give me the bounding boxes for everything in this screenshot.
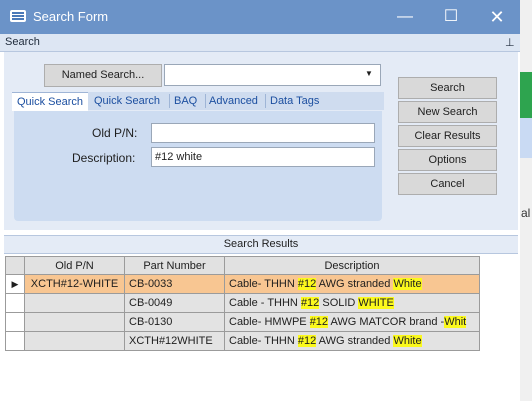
description-text: Cable - THHN	[229, 297, 301, 309]
row-indicator-icon[interactable]	[5, 293, 25, 313]
match-highlight: #12	[297, 278, 317, 290]
tab-separator	[169, 94, 170, 108]
search-pane-title: Search	[5, 36, 40, 48]
tab-separator	[265, 94, 266, 108]
pin-icon[interactable]: ⊥	[505, 36, 515, 49]
tab-quick-search-active[interactable]: Quick Search	[12, 92, 88, 111]
old-pn-field[interactable]	[151, 123, 375, 143]
named-search-select[interactable]	[164, 64, 381, 86]
window-title: Search Form	[33, 9, 109, 24]
old-pn-label: Old P/N:	[92, 126, 138, 140]
results-grid: Old P/N Part Number Description ▶ XCTH#12…	[5, 256, 480, 351]
table-row[interactable]: ▶ XCTH#12-WHITE CB-0033 Cable- THHN #12 AWG…	[5, 274, 480, 294]
clear-results-button[interactable]: Clear Results	[398, 125, 497, 147]
results-header-row: Old P/N Part Number Description	[5, 256, 480, 275]
cell-part-number[interactable]: CB-0130	[124, 312, 225, 332]
column-header-description[interactable]: Description	[224, 256, 480, 275]
description-text: Cable- THHN	[229, 335, 298, 347]
description-label: Description:	[72, 151, 136, 165]
tab-data-tags[interactable]: Data Tags	[270, 92, 319, 110]
close-button[interactable]: ✕	[474, 0, 520, 34]
row-indicator-icon[interactable]	[5, 312, 25, 332]
description-text: AWG stranded	[316, 335, 394, 347]
maximize-button[interactable]: ☐	[428, 0, 474, 34]
match-highlight: #12	[309, 316, 329, 328]
description-text: Cable- THHN	[229, 278, 298, 290]
cell-description[interactable]: Cable- HMWPE #12 AWG MATCOR brand -Whit	[224, 312, 480, 332]
match-highlight: WHITE	[358, 297, 394, 309]
named-search-button[interactable]: Named Search...	[44, 64, 162, 87]
description-field[interactable]: #12 white	[151, 147, 375, 167]
background-band	[520, 118, 532, 158]
minimize-button[interactable]: —	[382, 0, 428, 34]
table-row[interactable]: CB-0130 Cable- HMWPE #12 AWG MATCOR brand…	[5, 312, 480, 332]
description-text: Cable- HMWPE	[229, 316, 310, 328]
cell-old-pn[interactable]: XCTH#12-WHITE	[24, 274, 125, 294]
description-text: AWG stranded	[316, 278, 394, 290]
background-window	[520, 0, 532, 401]
search-pane-header	[0, 34, 520, 52]
background-accent	[520, 72, 532, 118]
cell-description[interactable]: Cable- THHN #12 AWG stranded White	[224, 274, 480, 294]
row-indicator-header	[5, 256, 25, 275]
table-row[interactable]: CB-0049 Cable - THHN #12 SOLID WHITE	[5, 293, 480, 313]
match-highlight: #12	[300, 297, 320, 309]
tab-baq[interactable]: BAQ	[174, 92, 197, 110]
match-highlight: White	[393, 278, 422, 290]
cell-old-pn[interactable]	[24, 331, 125, 351]
cell-description[interactable]: Cable - THHN #12 SOLID WHITE	[224, 293, 480, 313]
cell-old-pn[interactable]	[24, 293, 125, 313]
table-row[interactable]: XCTH#12WHITE Cable- THHN #12 AWG stranded…	[5, 331, 480, 351]
match-highlight: Whit	[444, 316, 467, 328]
cell-description[interactable]: Cable- THHN #12 AWG stranded White	[224, 331, 480, 351]
match-highlight: #12	[297, 335, 317, 347]
tab-separator	[205, 94, 206, 108]
search-results-header: Search Results	[4, 235, 518, 254]
tab-quick-search[interactable]: Quick Search	[94, 92, 160, 110]
row-indicator-icon[interactable]	[5, 331, 25, 351]
background-partial-text: al	[521, 206, 531, 220]
cell-part-number[interactable]: CB-0033	[124, 274, 225, 294]
description-text: AWG MATCOR brand -	[328, 316, 445, 328]
column-header-old-pn[interactable]: Old P/N	[24, 256, 125, 275]
description-text: SOLID	[319, 297, 359, 309]
cell-old-pn[interactable]	[24, 312, 125, 332]
new-search-button[interactable]: New Search	[398, 101, 497, 123]
match-highlight: White	[393, 335, 422, 347]
results-body: ▶ XCTH#12-WHITE CB-0033 Cable- THHN #12 AWG…	[5, 274, 480, 351]
column-header-part-number[interactable]: Part Number	[124, 256, 225, 275]
cell-part-number[interactable]: XCTH#12WHITE	[124, 331, 225, 351]
cell-part-number[interactable]: CB-0049	[124, 293, 225, 313]
options-button[interactable]: Options	[398, 149, 497, 171]
chevron-down-icon[interactable]: ▼	[360, 64, 378, 84]
tab-advanced[interactable]: Advanced	[209, 92, 258, 110]
app-icon	[10, 9, 26, 23]
cancel-button[interactable]: Cancel	[398, 173, 497, 195]
row-indicator-icon[interactable]: ▶	[5, 274, 25, 294]
search-button[interactable]: Search	[398, 77, 497, 99]
